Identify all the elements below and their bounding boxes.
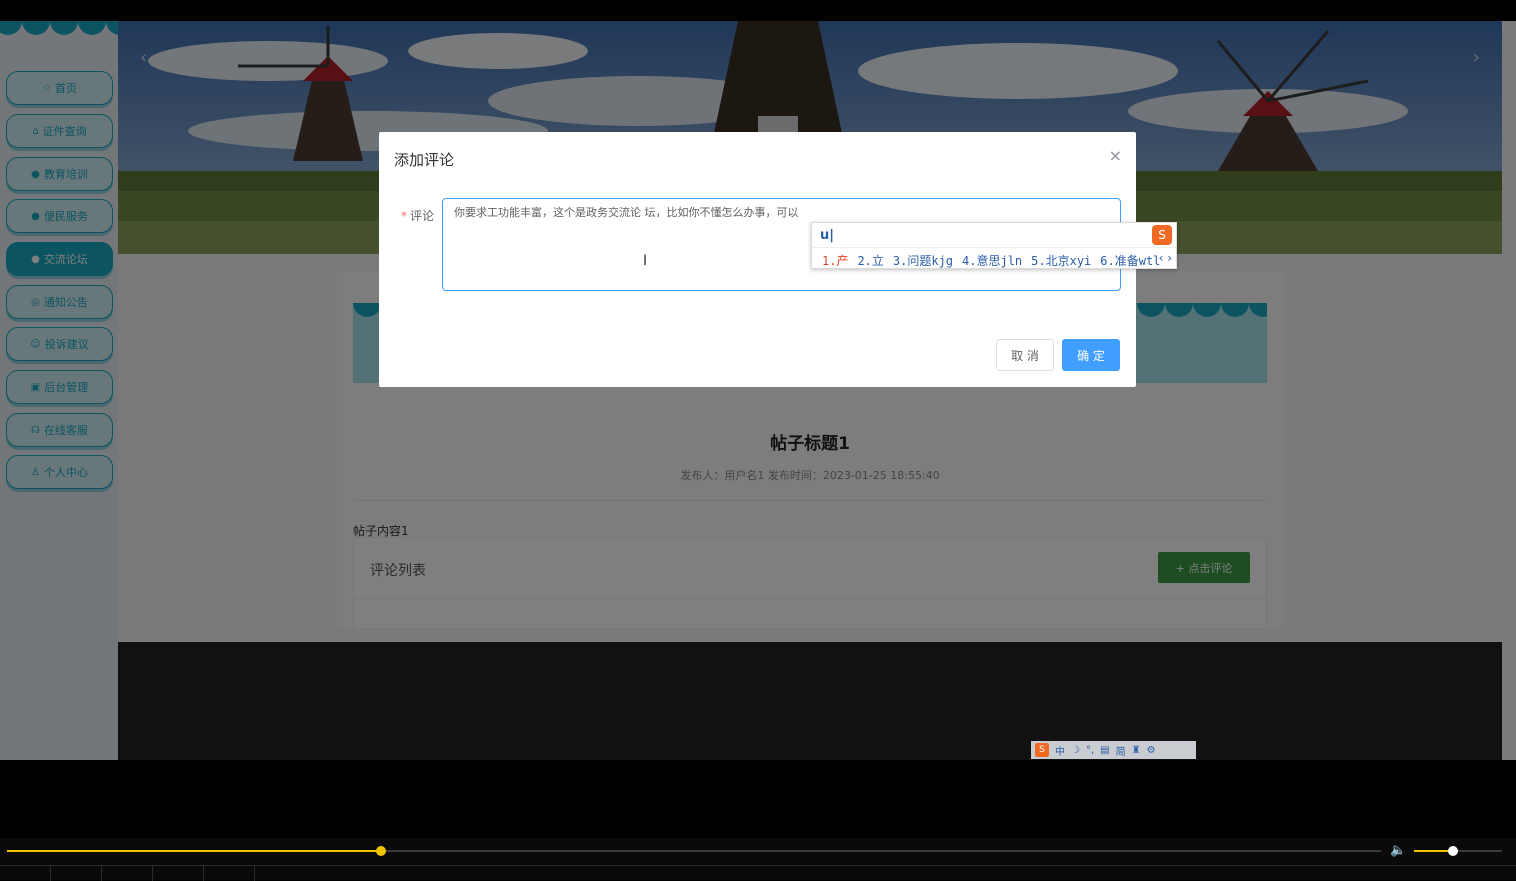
volume-level — [1414, 850, 1453, 852]
ime-candidate[interactable]: 3.问题kjg — [893, 254, 953, 268]
volume-handle[interactable] — [1447, 846, 1458, 856]
ime-status-item[interactable]: ⚙ — [1147, 745, 1156, 756]
seek-bar[interactable] — [7, 846, 1381, 856]
ime-status-item[interactable]: 简 — [1116, 743, 1126, 758]
required-mark: * — [401, 209, 407, 223]
sogou-logo-icon: S — [1035, 743, 1049, 757]
ime-page-arrows[interactable]: ‹ › — [1159, 251, 1172, 265]
ime-composition-text: u| — [820, 228, 835, 243]
website-page: ☆首页⌂证件查询●教育培训●便民服务●交流论坛◎通知公告☺投诉建议▣后台管理☊在… — [0, 21, 1502, 760]
ime-candidate[interactable]: 4.意思jln — [962, 254, 1022, 268]
seek-handle[interactable] — [375, 846, 386, 856]
cancel-button[interactable]: 取 消 — [996, 339, 1054, 371]
ime-status-item[interactable]: ☽ — [1071, 745, 1080, 756]
sogou-logo-icon: S — [1152, 225, 1172, 245]
ime-status-item[interactable]: ♜ — [1132, 745, 1141, 756]
video-player-controls: 🔈 — [0, 838, 1516, 881]
ime-status-bar: S 中 ☽ °, ▤ 简 ♜ ⚙ — [1031, 741, 1196, 759]
ime-candidate-list: 1.产 2.立 3.问题kjg 4.意思jln 5.北京xyi 6.准备wtl — [822, 252, 1169, 269]
ime-candidate-popup: u| S 1.产 2.立 3.问题kjg 4.意思jln 5.北京xyi 6.准备wtl … — [811, 222, 1177, 269]
dialog-title: 添加评论 — [394, 151, 455, 169]
player-bottom-strip — [0, 865, 1516, 881]
scrollbar-track[interactable] — [1502, 21, 1516, 760]
ime-status-item[interactable]: 中 — [1055, 743, 1065, 758]
comment-label-text: 评论 — [410, 209, 435, 223]
comment-field-label: * 评论 — [401, 207, 434, 224]
ime-candidate[interactable]: 5.北京xyi — [1031, 254, 1091, 268]
volume-icon[interactable]: 🔈 — [1390, 843, 1406, 858]
screen: ☆首页⌂证件查询●教育培训●便民服务●交流论坛◎通知公告☺投诉建议▣后台管理☊在… — [0, 0, 1516, 881]
confirm-button[interactable]: 确 定 — [1062, 339, 1120, 371]
divider — [812, 247, 1176, 248]
close-icon[interactable]: × — [1109, 146, 1122, 165]
seek-progress — [7, 850, 381, 852]
ime-candidate[interactable]: 2.立 — [857, 254, 883, 268]
volume-slider[interactable] — [1414, 846, 1502, 856]
ime-candidate[interactable]: 6.准备wtl — [1100, 254, 1160, 268]
ime-candidate[interactable]: 1.产 — [822, 254, 848, 268]
ime-status-item[interactable]: ▤ — [1100, 745, 1109, 756]
ime-status-item[interactable]: °, — [1086, 745, 1094, 756]
text-cursor-icon: I — [643, 253, 648, 269]
